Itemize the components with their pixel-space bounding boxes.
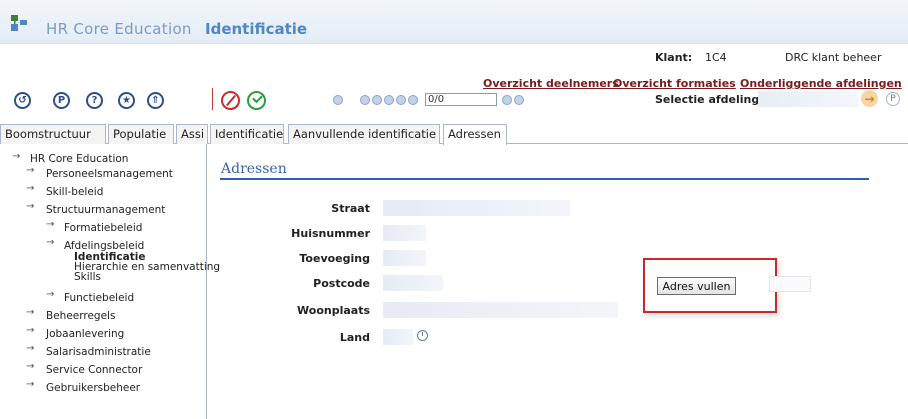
- tab-adressen[interactable]: Adressen: [443, 124, 507, 145]
- tab-boomstructuur[interactable]: Boomstructuur: [0, 124, 106, 144]
- nav-prev-page-icon[interactable]: [396, 95, 406, 105]
- postcode-input[interactable]: [383, 275, 443, 291]
- tree-arrow-icon: →: [46, 289, 55, 300]
- tree-item-skills[interactable]: Skills: [74, 271, 101, 283]
- link-overzicht-deelnemers[interactable]: Overzicht deelnemers: [483, 77, 619, 90]
- tree-item-skill-beleid[interactable]: Skill-beleid: [46, 186, 103, 198]
- toevoeging-input[interactable]: [383, 250, 426, 266]
- tree-arrow-icon: →: [26, 165, 35, 176]
- tab-identificatie[interactable]: Identificatie: [210, 124, 284, 144]
- land-input[interactable]: [383, 329, 413, 345]
- woonplaats-label: Woonplaats: [297, 304, 370, 317]
- woonplaats-input[interactable]: [383, 302, 618, 318]
- selectie-afdeling-input[interactable]: [758, 91, 858, 107]
- section-divider: [220, 178, 869, 180]
- clock-icon[interactable]: [417, 330, 428, 341]
- tree-arrow-icon: →: [46, 219, 55, 230]
- selectie-afdeling-label: Selectie afdeling: [655, 93, 760, 106]
- tab-aanvullende-identificatie[interactable]: Aanvullende identificatie: [288, 124, 440, 144]
- tree-item-beheerregels[interactable]: Beheerregels: [46, 310, 115, 322]
- pin-icon[interactable]: P: [53, 92, 70, 109]
- nav-delete-icon[interactable]: [372, 95, 382, 105]
- tree-arrow-icon: →: [26, 343, 35, 354]
- record-counter[interactable]: 0/0: [425, 93, 497, 106]
- help-icon[interactable]: ?: [86, 92, 103, 109]
- tree-arrow-icon: →: [26, 201, 35, 212]
- user-role: DRC klant beheer: [785, 51, 882, 64]
- straat-input[interactable]: [383, 200, 570, 216]
- page-title: Identificatie: [205, 20, 308, 38]
- nav-add-icon[interactable]: [360, 95, 370, 105]
- tree-item-formatiebeleid[interactable]: Formatiebeleid: [64, 222, 142, 234]
- tree-arrow-icon: →: [26, 183, 35, 194]
- tree-arrow-icon: →: [26, 325, 35, 336]
- tree-arrow-icon: →: [26, 379, 35, 390]
- huisnummer-input[interactable]: [383, 225, 426, 241]
- back-icon[interactable]: ↺: [14, 92, 31, 109]
- tree-item-salarisadministratie[interactable]: Salarisadministratie: [46, 346, 151, 358]
- tree-item-gebruikersbeheer[interactable]: Gebruikersbeheer: [46, 382, 140, 394]
- tab-populatie[interactable]: Populatie: [108, 124, 174, 144]
- tree-item-service-connector[interactable]: Service Connector: [46, 364, 142, 376]
- link-overzicht-formaties[interactable]: Overzicht formaties: [613, 77, 736, 90]
- nav-last-icon[interactable]: [514, 95, 524, 105]
- link-onderliggende-afdelingen[interactable]: Onderliggende afdelingen: [740, 77, 902, 90]
- huisnummer-label: Huisnummer: [291, 227, 370, 240]
- selectie-help-icon[interactable]: P: [886, 92, 900, 106]
- klant-value: 1C4: [705, 51, 727, 64]
- adres-vullen-button[interactable]: Adres vullen: [657, 277, 736, 295]
- tree-item-functiebeleid[interactable]: Functiebeleid: [64, 292, 134, 304]
- org-structure-icon: [11, 15, 27, 31]
- tab-bar: Boomstructuur Populatie Assi Identificat…: [0, 121, 908, 145]
- nav-first-icon[interactable]: [384, 95, 394, 105]
- favorite-icon[interactable]: ★: [118, 92, 135, 109]
- tree-item-structuurmanagement[interactable]: Structuurmanagement: [46, 204, 165, 216]
- toevoeging-label: Toevoeging: [299, 252, 370, 265]
- tree-arrow-icon: →: [26, 361, 35, 372]
- tree-arrow-icon: →: [46, 237, 55, 248]
- land-label: Land: [339, 331, 370, 344]
- upload-icon[interactable]: ⇑: [147, 92, 164, 109]
- tree-arrow-icon: →: [12, 151, 21, 162]
- nav-search-icon[interactable]: [333, 95, 343, 105]
- nav-next-icon[interactable]: [502, 95, 512, 105]
- adres-vullen-field[interactable]: [769, 276, 811, 292]
- tree-panel: → HR Core Education → Personeelsmanageme…: [0, 144, 220, 419]
- tree-item-jobaanlevering[interactable]: Jobaanlevering: [46, 328, 124, 340]
- nav-prev-icon[interactable]: [408, 95, 418, 105]
- confirm-icon[interactable]: [247, 91, 266, 110]
- klant-label: Klant:: [655, 51, 693, 64]
- tree-item-personeelsmanagement[interactable]: Personeelsmanagement: [46, 168, 173, 180]
- cancel-icon[interactable]: [221, 91, 240, 110]
- tree-arrow-icon: →: [26, 307, 35, 318]
- arrow-right-icon[interactable]: →: [861, 90, 878, 107]
- tab-assi[interactable]: Assi: [176, 124, 208, 144]
- app-name: HR Core Education: [46, 20, 192, 38]
- section-title: Adressen: [221, 161, 287, 177]
- app-header: HR Core Education Identificatie: [0, 0, 908, 44]
- tree-root[interactable]: HR Core Education: [30, 153, 128, 165]
- straat-label: Straat: [331, 202, 370, 215]
- postcode-label: Postcode: [313, 277, 370, 290]
- toolbar-separator: [212, 88, 213, 110]
